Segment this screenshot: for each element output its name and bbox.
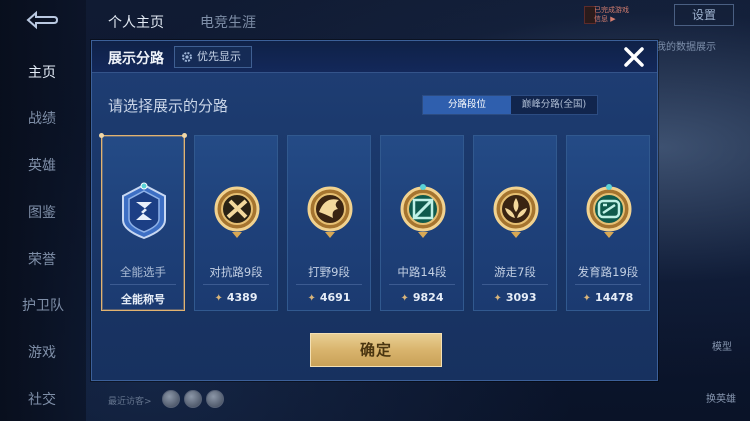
- ranking-toggle: 分路段位 巅峰分路(全国): [422, 95, 598, 115]
- lane-card-label: 发育路19段: [577, 265, 639, 279]
- lane-card-all-round[interactable]: 全能选手 全能称号: [99, 133, 187, 311]
- lane-card-label: 打野9段: [308, 265, 350, 279]
- priority-display-label: 优先显示: [197, 50, 241, 63]
- left-sidebar: 主页 战绩 英雄 图鉴 荣誉 护卫队 游戏 社交: [0, 0, 86, 421]
- instruction-text: 请选择展示的分路: [108, 97, 229, 115]
- modal-title: 展示分路: [108, 51, 164, 67]
- back-button[interactable]: [22, 8, 62, 34]
- corner-tick: [182, 133, 187, 138]
- lane-card-jungle[interactable]: 打野9段 ✦ 4691: [287, 135, 371, 311]
- lane-card-value: ✦ 14478: [567, 291, 649, 304]
- sidebar-item-heroes[interactable]: 英雄: [0, 155, 86, 179]
- lane-card-label: 游走7段: [494, 265, 536, 279]
- mid-lane-emblem-icon: [400, 184, 446, 238]
- settings-button[interactable]: 设置: [674, 4, 734, 26]
- sidebar-item-codex[interactable]: 图鉴: [0, 202, 86, 226]
- toggle-lane-rank[interactable]: 分路段位: [423, 96, 511, 114]
- card-divider: [110, 284, 176, 285]
- lane-card-value: ✦ 3093: [474, 291, 556, 304]
- card-divider: [389, 284, 455, 285]
- tab-esports-career[interactable]: 电竞生涯: [200, 12, 256, 32]
- card-divider: [203, 284, 269, 285]
- sidebar-item-record[interactable]: 战绩: [0, 108, 86, 132]
- rank-points-icon: ✦: [400, 293, 409, 304]
- rank-points-value: 4691: [319, 291, 351, 304]
- lane-card-roam[interactable]: 游走7段 ✦ 3093: [473, 135, 557, 311]
- lane-card-mid[interactable]: 中路14段 ✦ 9824: [380, 135, 464, 311]
- model-label[interactable]: 模型: [712, 338, 732, 353]
- display-lane-modal: 展示分路 优先显示 请选择展示的分路 分路段位 巅峰分路(全国) 全能选手 全能…: [91, 40, 658, 381]
- tab-personal-home[interactable]: 个人主页: [108, 12, 164, 32]
- toggle-peak-lane[interactable]: 巅峰分路(全国): [511, 96, 597, 114]
- sidebar-item-social[interactable]: 社交: [0, 389, 86, 413]
- visitor-avatar[interactable]: [206, 390, 224, 408]
- confirm-button[interactable]: 确定: [310, 333, 442, 367]
- rank-points-icon: ✦: [214, 293, 223, 304]
- rank-points-icon: ✦: [493, 293, 502, 304]
- rank-points-icon: ✦: [307, 293, 316, 304]
- lane-card-value: ✦ 4389: [195, 291, 277, 304]
- all-round-emblem-icon: [122, 182, 166, 240]
- sidebar-item-guard[interactable]: 护卫队: [0, 295, 86, 319]
- lane-card-farm[interactable]: 发育路19段 ✦ 14478: [566, 135, 650, 311]
- back-arrow-icon: [26, 10, 59, 30]
- lane-card-clash[interactable]: 对抗路9段 ✦ 4389: [194, 135, 278, 311]
- lane-card-value: 全能称号: [121, 293, 165, 306]
- lane-card-label: 中路14段: [397, 265, 447, 279]
- top-status-badge[interactable]: 已完成游戏 信息 ▶: [594, 6, 670, 26]
- modal-header: 展示分路 优先显示: [92, 41, 657, 73]
- corner-tick: [99, 133, 104, 138]
- switch-hero-label[interactable]: 换英雄: [706, 390, 736, 405]
- farm-lane-emblem-icon: [586, 184, 632, 238]
- sidebar-item-honor[interactable]: 荣誉: [0, 249, 86, 273]
- rank-points-value: 14478: [595, 291, 634, 304]
- lane-card-label: 对抗路9段: [209, 265, 263, 279]
- recent-visitors-link[interactable]: 最近访客>: [108, 394, 152, 407]
- close-button[interactable]: [622, 45, 646, 69]
- card-divider: [482, 284, 548, 285]
- card-divider: [575, 284, 641, 285]
- gear-icon: [182, 52, 192, 62]
- sidebar-item-home[interactable]: 主页: [0, 62, 86, 86]
- card-divider: [296, 284, 362, 285]
- sidebar-item-games[interactable]: 游戏: [0, 342, 86, 366]
- visitor-avatar[interactable]: [184, 390, 202, 408]
- priority-display-button[interactable]: 优先显示: [174, 46, 252, 68]
- rank-points-value: 3093: [505, 291, 537, 304]
- lane-card-value: ✦ 4691: [288, 291, 370, 304]
- visitor-avatar[interactable]: [162, 390, 180, 408]
- rank-points-value: 9824: [412, 291, 444, 304]
- rank-points-value: 4389: [226, 291, 258, 304]
- rank-points-icon: ✦: [582, 293, 592, 304]
- lane-card-label: 全能选手: [120, 265, 166, 279]
- clash-lane-emblem-icon: [214, 186, 260, 238]
- roam-emblem-icon: [493, 186, 539, 238]
- jungle-emblem-icon: [307, 186, 353, 238]
- lane-card-value: ✦ 9824: [381, 291, 463, 304]
- close-icon: [624, 47, 644, 67]
